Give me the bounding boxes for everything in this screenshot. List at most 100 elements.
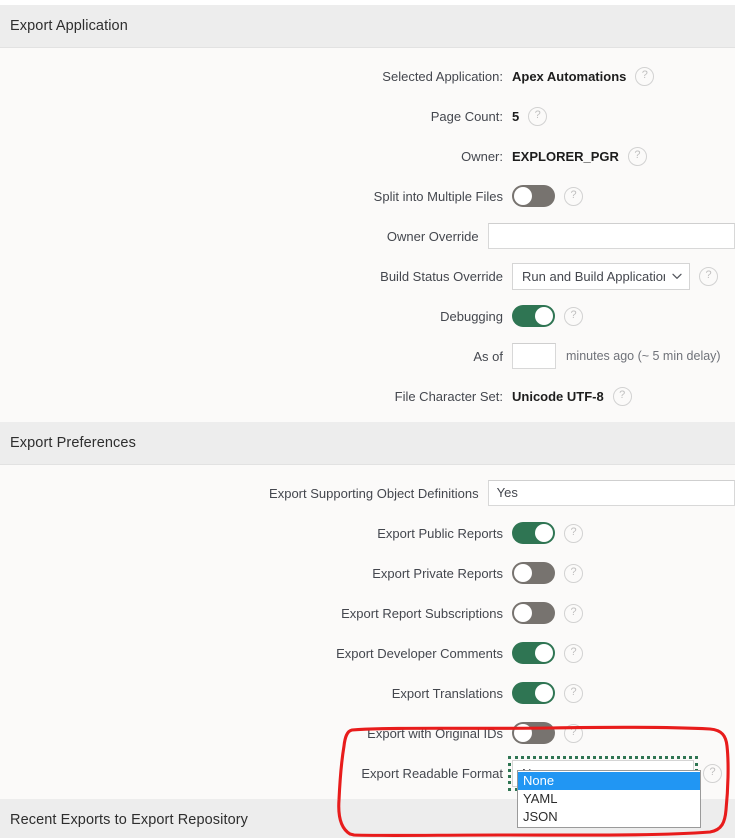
build-status-override-value: Run and Build Application bbox=[522, 268, 665, 284]
toggle-knob bbox=[514, 564, 532, 582]
export-readable-format-option-list[interactable]: None YAML JSON bbox=[517, 770, 701, 828]
value-selected-application: Apex Automations bbox=[512, 68, 627, 84]
region-header-export-application: Export Application bbox=[0, 5, 735, 48]
field-row-build-status-override: Build Status Override Run and Build Appl… bbox=[0, 256, 735, 296]
control-export-translations: ? bbox=[512, 682, 735, 704]
field-row-file-character-set: File Character Set: Unicode UTF-8 ? bbox=[0, 376, 735, 416]
label-split-into-multiple-files: Split into Multiple Files bbox=[373, 188, 503, 204]
control-export-public-reports: ? bbox=[512, 522, 735, 544]
label-page-count: Page Count: bbox=[430, 108, 503, 124]
control-export-with-original-ids: ? bbox=[512, 722, 735, 744]
label-build-status-override: Build Status Override bbox=[380, 268, 503, 284]
region-body-export-application: Selected Application: Apex Automations ?… bbox=[0, 48, 735, 422]
control-selected-application: Apex Automations ? bbox=[512, 66, 735, 86]
toggle-knob bbox=[535, 524, 553, 542]
build-status-override-select[interactable]: Run and Build Application bbox=[512, 262, 690, 290]
toggle-knob bbox=[514, 604, 532, 622]
help-icon[interactable]: ? bbox=[564, 306, 583, 326]
control-export-developer-comments: ? bbox=[512, 642, 735, 664]
value-file-character-set: Unicode UTF-8 bbox=[512, 388, 604, 404]
toggle-split-into-multiple-files[interactable] bbox=[512, 185, 555, 207]
control-export-report-subscriptions: ? bbox=[512, 602, 735, 624]
toggle-export-developer-comments[interactable] bbox=[512, 642, 555, 664]
control-owner-override bbox=[487, 223, 735, 249]
label-file-character-set: File Character Set: bbox=[394, 388, 503, 404]
control-export-supporting-object-definitions: Yes bbox=[487, 480, 735, 506]
field-row-selected-application: Selected Application: Apex Automations ? bbox=[0, 56, 735, 96]
help-icon[interactable]: ? bbox=[564, 643, 583, 663]
toggle-export-with-original-ids[interactable] bbox=[512, 722, 555, 744]
label-owner-override: Owner Override bbox=[386, 228, 479, 244]
field-row-owner: Owner: EXPLORER_PGR ? bbox=[0, 136, 735, 176]
help-icon[interactable]: ? bbox=[564, 683, 583, 703]
label-export-supporting-object-definitions: Export Supporting Object Definitions bbox=[269, 485, 479, 501]
label-export-with-original-ids: Export with Original IDs bbox=[367, 725, 503, 741]
as-of-input[interactable] bbox=[512, 343, 556, 369]
toggle-knob bbox=[535, 307, 553, 325]
help-icon[interactable]: ? bbox=[564, 563, 583, 583]
region-export-application: Export Application Selected Application:… bbox=[0, 5, 735, 422]
help-icon[interactable]: ? bbox=[564, 603, 583, 623]
label-export-private-reports: Export Private Reports bbox=[372, 565, 503, 581]
chevron-down-icon bbox=[671, 270, 683, 282]
help-icon[interactable]: ? bbox=[612, 386, 632, 406]
toggle-export-translations[interactable] bbox=[512, 682, 555, 704]
export-supporting-object-definitions-input[interactable]: Yes bbox=[487, 480, 735, 506]
control-split-into-multiple-files: ? bbox=[512, 185, 735, 207]
toggle-debugging[interactable] bbox=[512, 305, 555, 327]
region-header-export-preferences: Export Preferences bbox=[0, 422, 735, 465]
owner-override-input[interactable] bbox=[487, 223, 735, 249]
option-yaml[interactable]: YAML bbox=[518, 790, 700, 808]
field-row-export-developer-comments: Export Developer Comments ? bbox=[0, 633, 735, 673]
toggle-export-public-reports[interactable] bbox=[512, 522, 555, 544]
help-icon[interactable]: ? bbox=[703, 763, 722, 783]
toggle-export-private-reports[interactable] bbox=[512, 562, 555, 584]
field-row-export-public-reports: Export Public Reports ? bbox=[0, 513, 735, 553]
label-export-report-subscriptions: Export Report Subscriptions bbox=[341, 605, 503, 621]
help-icon[interactable]: ? bbox=[564, 723, 583, 743]
field-row-export-with-original-ids: Export with Original IDs ? bbox=[0, 713, 735, 753]
option-json[interactable]: JSON bbox=[518, 808, 700, 826]
value-owner: EXPLORER_PGR bbox=[512, 148, 619, 164]
help-icon[interactable]: ? bbox=[528, 106, 548, 126]
region-title: Recent Exports to Export Repository bbox=[10, 812, 249, 828]
help-icon[interactable]: ? bbox=[699, 266, 718, 286]
region-title: Export Application bbox=[10, 18, 128, 34]
control-page-count: 5 ? bbox=[512, 106, 735, 126]
field-row-page-count: Page Count: 5 ? bbox=[0, 96, 735, 136]
help-icon[interactable]: ? bbox=[564, 186, 583, 206]
control-debugging: ? bbox=[512, 305, 735, 327]
toggle-knob bbox=[535, 684, 553, 702]
help-icon[interactable]: ? bbox=[627, 146, 647, 166]
label-export-translations: Export Translations bbox=[391, 685, 503, 701]
control-as-of: minutes ago (~ 5 min delay) bbox=[512, 343, 735, 369]
toggle-knob bbox=[535, 644, 553, 662]
help-icon[interactable]: ? bbox=[635, 66, 655, 86]
toggle-export-report-subscriptions[interactable] bbox=[512, 602, 555, 624]
label-export-readable-format: Export Readable Format bbox=[361, 765, 503, 781]
region-body-export-preferences: Export Supporting Object Definitions Yes… bbox=[0, 465, 735, 799]
label-owner: Owner: bbox=[461, 148, 503, 164]
field-row-split-into-multiple-files: Split into Multiple Files ? bbox=[0, 176, 735, 216]
field-row-export-supporting-object-definitions: Export Supporting Object Definitions Yes bbox=[0, 473, 735, 513]
field-row-as-of: As of minutes ago (~ 5 min delay) bbox=[0, 336, 735, 376]
label-debugging: Debugging bbox=[440, 308, 503, 324]
help-icon[interactable]: ? bbox=[564, 523, 583, 543]
export-application-page: Export Application Selected Application:… bbox=[0, 0, 735, 838]
field-row-export-translations: Export Translations ? bbox=[0, 673, 735, 713]
toggle-knob bbox=[514, 724, 532, 742]
control-file-character-set: Unicode UTF-8 ? bbox=[512, 386, 735, 406]
label-selected-application: Selected Application: bbox=[382, 68, 503, 84]
field-row-export-report-subscriptions: Export Report Subscriptions ? bbox=[0, 593, 735, 633]
option-none[interactable]: None bbox=[518, 772, 700, 790]
as-of-suffix-text: minutes ago (~ 5 min delay) bbox=[566, 349, 721, 363]
toggle-knob bbox=[514, 187, 532, 205]
label-export-public-reports: Export Public Reports bbox=[377, 525, 503, 541]
control-owner: EXPLORER_PGR ? bbox=[512, 146, 735, 166]
region-export-preferences: Export Preferences Export Supporting Obj… bbox=[0, 422, 735, 799]
label-as-of: As of bbox=[473, 348, 503, 364]
field-row-owner-override: Owner Override bbox=[0, 216, 735, 256]
field-row-export-private-reports: Export Private Reports ? bbox=[0, 553, 735, 593]
region-title: Export Preferences bbox=[10, 435, 136, 451]
label-export-developer-comments: Export Developer Comments bbox=[336, 645, 503, 661]
